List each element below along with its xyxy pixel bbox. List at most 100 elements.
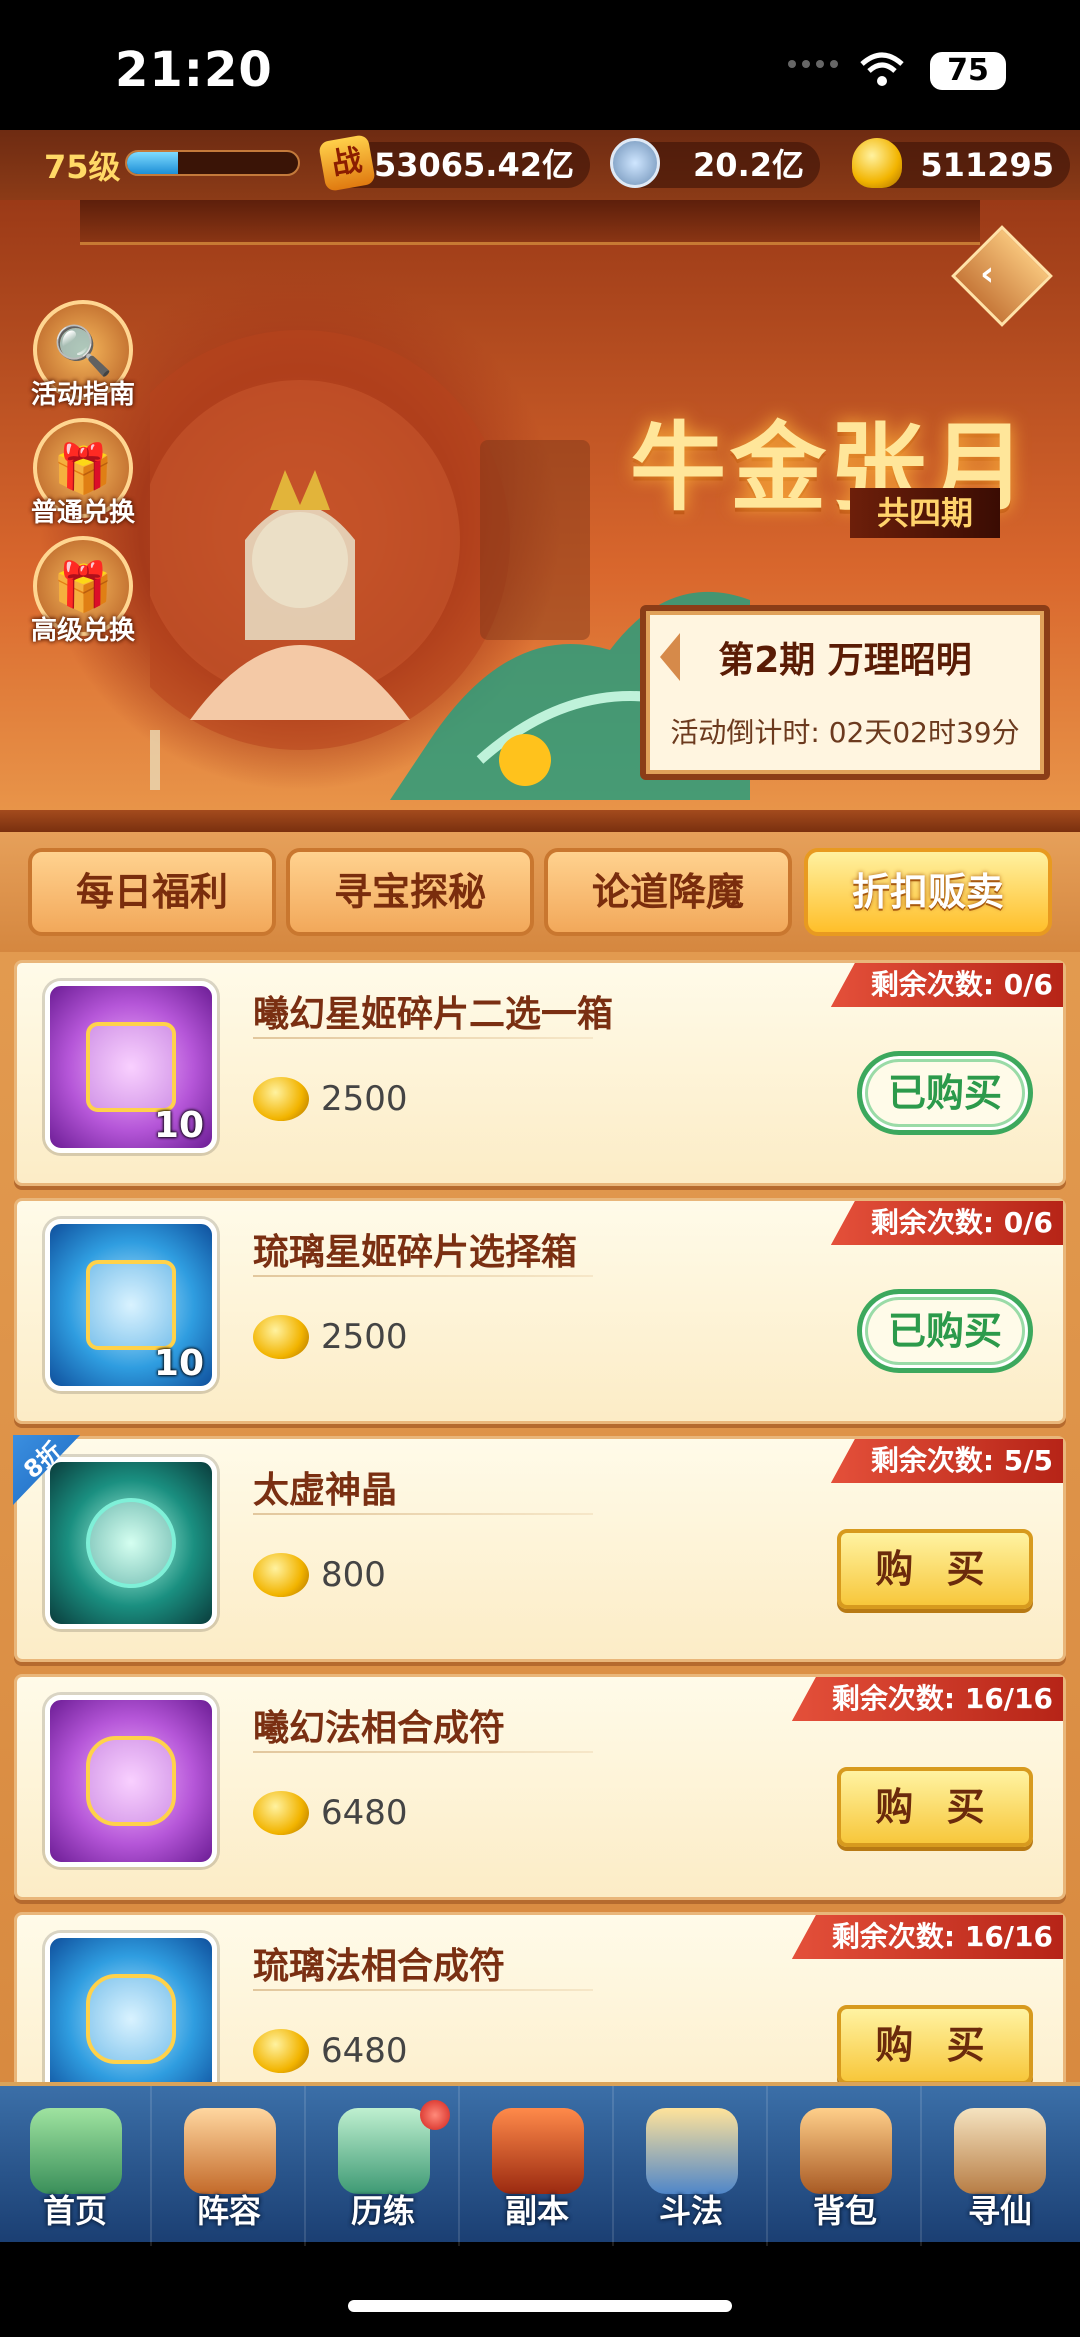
scroll-icon [954, 2108, 1046, 2194]
premium-exchange-label: 高级兑换 [30, 616, 135, 646]
event-subtitle: 共四期 [850, 488, 1000, 538]
home-island-icon [30, 2108, 122, 2194]
gold-ingot-icon [253, 1077, 309, 1121]
item-thumbnail[interactable] [45, 1695, 217, 1867]
normal-exchange-button[interactable]: 🎁 普通兑换 [28, 418, 138, 529]
nav-home[interactable]: 首页 [0, 2086, 152, 2246]
item-price: 2500 [321, 1317, 408, 1357]
purchased-button[interactable]: 已购买 [857, 1051, 1033, 1135]
nav-label: 阵容 [196, 2192, 261, 2230]
remaining-count-badge: 剩余次数: 0/6 [830, 1201, 1063, 1245]
buy-button[interactable]: 购 买 [837, 1529, 1033, 1609]
item-price: 6480 [321, 2031, 408, 2071]
tab-treasure-hunt[interactable]: 寻宝探秘 [286, 848, 534, 936]
purchased-button[interactable]: 已购买 [857, 1289, 1033, 1373]
nav-label: 副本 [504, 2192, 569, 2230]
remaining-count-badge: 剩余次数: 0/6 [830, 963, 1063, 1007]
copper-coin-icon [610, 138, 660, 188]
shop-item-card: 10 曦幻星姬碎片二选一箱 2500 剩余次数: 0/6 已购买 [14, 960, 1066, 1186]
nav-seek-immortal[interactable]: 寻仙 [924, 2086, 1076, 2246]
level-progress-fill [127, 152, 179, 174]
name-divider [253, 1275, 593, 1277]
notification-dot [420, 2100, 450, 2130]
roof-eaves [80, 200, 980, 245]
name-divider [253, 1037, 593, 1039]
tab-discount-sale[interactable]: 折扣贩卖 [804, 848, 1052, 936]
bottom-nav: 首页 阵容 历练 副本 斗法 背包 寻仙 [0, 2082, 1080, 2246]
wifi-icon [860, 52, 904, 86]
event-banner: ‹ 🔍 活动指南 🎁 普通兑换 🎁 高级兑换 牛金张月 共四期 第2期 万理昭明… [0, 200, 1080, 820]
nav-bag[interactable]: 背包 [770, 2086, 922, 2246]
power-icon: 战 [318, 134, 376, 192]
nav-label: 首页 [42, 2192, 107, 2230]
premium-exchange-button[interactable]: 🎁 高级兑换 [28, 536, 138, 647]
cards-icon [184, 2108, 276, 2194]
item-name: 琉璃星姬碎片选择箱 [253, 1232, 578, 1273]
battery-icon: 75 [930, 52, 1006, 90]
nav-dungeon[interactable]: 副本 [462, 2086, 614, 2246]
home-indicator[interactable] [348, 2300, 732, 2312]
bag-icon [800, 2108, 892, 2194]
item-name: 曦幻法相合成符 [253, 1708, 506, 1749]
item-thumbnail[interactable] [45, 1457, 217, 1629]
status-bar: 21:20 75 [0, 0, 1080, 130]
period-title: 第2期 万理昭明 [718, 640, 972, 681]
tab-debate-demons[interactable]: 论道降魔 [544, 848, 792, 936]
name-divider [253, 1751, 593, 1753]
activity-guide-button[interactable]: 🔍 活动指南 [28, 300, 138, 411]
shop-item-card: 曦幻法相合成符 6480 剩余次数: 16/16 购 买 [14, 1674, 1066, 1900]
shop-item-card: 8折 太虚神晶 800 剩余次数: 5/5 购 买 [13, 1435, 1066, 1662]
remaining-count-badge: 剩余次数: 16/16 [791, 1677, 1063, 1721]
talisman-icon [86, 1736, 176, 1826]
item-name: 琉璃法相合成符 [253, 1946, 506, 1987]
item-price: 800 [321, 1555, 386, 1595]
gold-ingot-icon [253, 1553, 309, 1597]
signal-icon [788, 60, 838, 68]
name-divider [253, 1989, 593, 1991]
nav-label: 背包 [812, 2192, 877, 2230]
gold-ingot-icon [253, 2029, 309, 2073]
power-value: 53065.42亿 [373, 146, 574, 184]
item-thumbnail[interactable]: 10 [45, 1219, 217, 1391]
countdown-text: 活动倒计时: 02天02时39分 [670, 716, 1020, 749]
item-quantity: 10 [153, 1343, 204, 1384]
gold-value: 511295 [920, 146, 1054, 184]
gate-icon [492, 2108, 584, 2194]
nav-label: 历练 [350, 2192, 415, 2230]
gold-ingot-icon [253, 1315, 309, 1359]
resource-bar: 75级 53065.42亿 战 20.2亿 511295 [0, 130, 1080, 200]
training-icon [338, 2108, 430, 2194]
remaining-count-badge: 剩余次数: 16/16 [791, 1915, 1063, 1959]
remaining-count-badge: 剩余次数: 5/5 [830, 1439, 1063, 1483]
level-progress-bar [125, 150, 300, 176]
shop-item-card: 10 琉璃星姬碎片选择箱 2500 剩余次数: 0/6 已购买 [14, 1198, 1066, 1424]
item-price: 6480 [321, 1793, 408, 1833]
item-price: 2500 [321, 1079, 408, 1119]
item-thumbnail[interactable]: 10 [45, 981, 217, 1153]
talisman-icon [86, 1974, 176, 2064]
nav-battle[interactable]: 斗法 [616, 2086, 768, 2246]
tab-bar: 每日福利 寻宝探秘 论道降魔 折扣贩卖 [0, 832, 1080, 952]
nav-label: 斗法 [658, 2192, 723, 2230]
item-thumbnail[interactable] [45, 1933, 217, 2082]
tab-daily-welfare[interactable]: 每日福利 [28, 848, 276, 936]
buy-button[interactable]: 购 买 [837, 2005, 1033, 2082]
item-name: 太虚神晶 [253, 1470, 398, 1511]
fragment-box-icon [86, 1022, 176, 1112]
buy-button[interactable]: 购 买 [837, 1767, 1033, 1847]
nav-training[interactable]: 历练 [308, 2086, 460, 2246]
activity-guide-label: 活动指南 [30, 380, 135, 410]
item-quantity: 10 [153, 1105, 204, 1146]
banner-divider [0, 810, 1080, 832]
crystal-icon [86, 1498, 176, 1588]
item-name: 曦幻星姬碎片二选一箱 [253, 994, 614, 1035]
player-level: 75级 [44, 148, 121, 186]
back-arrow-icon: ‹ [980, 253, 995, 294]
fragment-box-icon [86, 1260, 176, 1350]
shop-item-card: 琉璃法相合成符 6480 剩余次数: 16/16 购 买 [14, 1912, 1066, 2082]
nav-label: 寻仙 [967, 2192, 1032, 2230]
nav-lineup[interactable]: 阵容 [154, 2086, 306, 2246]
status-time: 21:20 [115, 42, 273, 98]
battle-icon [646, 2108, 738, 2194]
shop-item-list[interactable]: 10 曦幻星姬碎片二选一箱 2500 剩余次数: 0/6 已购买 10 琉璃星姬… [0, 952, 1080, 2082]
